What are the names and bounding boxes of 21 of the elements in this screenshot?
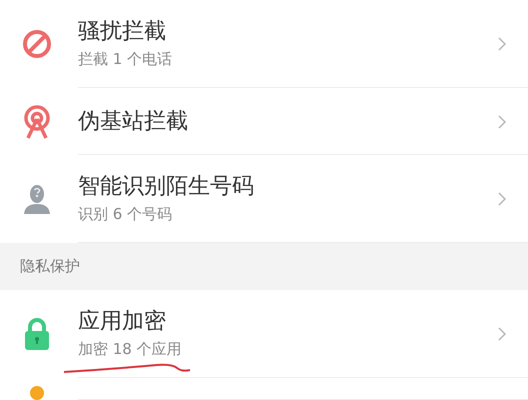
- chevron-right-icon: [498, 192, 506, 206]
- row-title: 智能识别陌生号码: [78, 173, 255, 201]
- row-subtitle: 识别 6 个号码: [78, 204, 174, 225]
- prohibited-icon: [22, 29, 52, 59]
- unknown-person-icon: [21, 182, 53, 216]
- chevron-right-icon: [498, 114, 506, 128]
- settings-row[interactable]: 伪基站拦截: [0, 88, 528, 155]
- chevron-right-icon: [498, 327, 506, 341]
- chevron-right-icon: [498, 37, 506, 51]
- row-title: 应用加密: [78, 308, 167, 336]
- settings-row[interactable]: 骚扰拦截 拦截 1 个电话: [0, 0, 528, 88]
- settings-row[interactable]: 智能识别陌生号码 识别 6 个号码: [0, 155, 528, 243]
- settings-row[interactable]: 应用加密 加密 18 个应用: [0, 290, 528, 378]
- row-subtitle: 拦截 1 个电话: [78, 49, 174, 70]
- row-icon: [30, 386, 44, 400]
- row-subtitle: 加密 18 个应用: [78, 339, 183, 360]
- row-title: 骚扰拦截: [78, 18, 167, 46]
- antenna-icon: [22, 104, 52, 138]
- padlock-icon: [23, 317, 51, 351]
- section-label: 隐私保护: [20, 257, 80, 276]
- row-title: 伪基站拦截: [78, 108, 189, 136]
